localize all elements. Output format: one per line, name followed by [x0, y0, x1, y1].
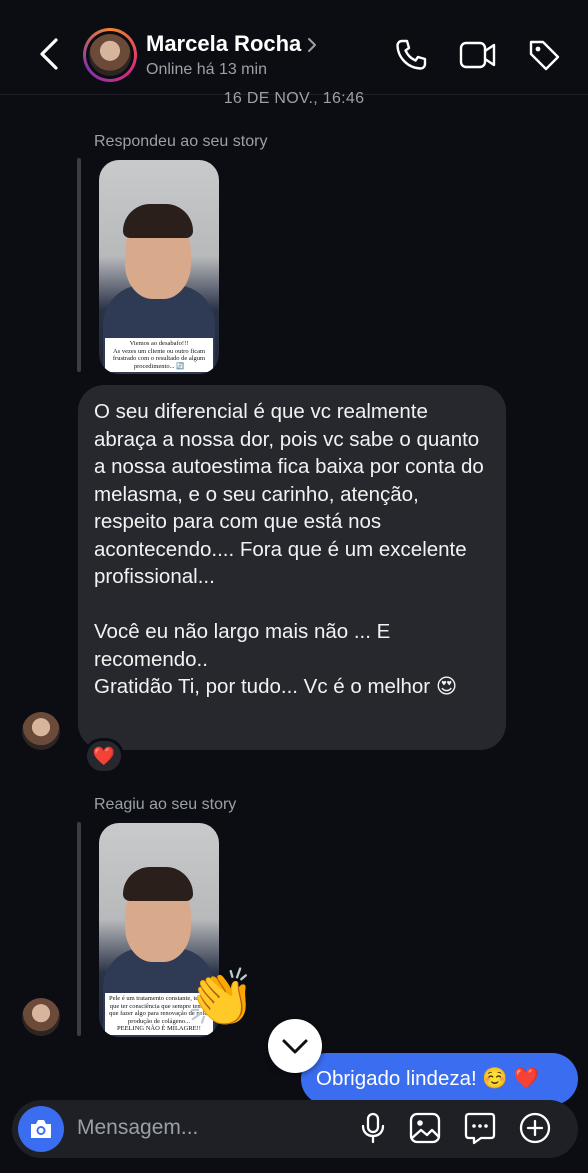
sender-avatar[interactable] [22, 712, 60, 750]
chevron-right-icon[interactable] [306, 36, 318, 54]
clapping-hands-reaction: 👏 [186, 966, 256, 1029]
story-thumbnail[interactable]: Viemos ao desabafo!!! As vezes um client… [99, 160, 219, 374]
reply-indicator-line [77, 158, 81, 372]
date-divider: 16 DE NOV., 16:46 [223, 90, 365, 107]
plus-icon[interactable] [518, 1111, 552, 1145]
tag-icon[interactable] [527, 38, 561, 72]
story-reaction-label: Reagiu ao seu story [94, 796, 237, 813]
sender-avatar[interactable] [22, 998, 60, 1036]
contact-status: Online há 13 min [146, 61, 267, 78]
reply-indicator-line [77, 822, 81, 1036]
message-input[interactable] [77, 1113, 337, 1143]
heart-reaction-badge[interactable]: ❤️ [84, 738, 124, 774]
back-icon[interactable] [34, 34, 64, 74]
story-caption: Viemos ao desabafo!!! As vezes um client… [105, 338, 213, 372]
sent-message-text: Obrigado lindeza! ☺️ ❤️ [316, 1067, 540, 1090]
chat-sticker-icon[interactable] [463, 1111, 497, 1145]
contact-avatar[interactable] [83, 28, 137, 82]
received-message-text: O seu diferencial é que vc realmente abr… [94, 400, 484, 698]
camera-icon [31, 1120, 51, 1138]
phone-icon[interactable] [394, 38, 428, 72]
camera-button[interactable] [18, 1106, 64, 1152]
contact-name[interactable]: Marcela Rocha [146, 31, 301, 57]
gallery-icon[interactable] [408, 1111, 442, 1145]
chevron-down-icon [282, 1039, 308, 1054]
story-reply-label: Respondeu ao seu story [94, 133, 268, 150]
video-camera-icon[interactable] [459, 40, 497, 70]
microphone-icon[interactable] [356, 1111, 390, 1145]
scroll-to-bottom-button[interactable] [268, 1019, 322, 1073]
